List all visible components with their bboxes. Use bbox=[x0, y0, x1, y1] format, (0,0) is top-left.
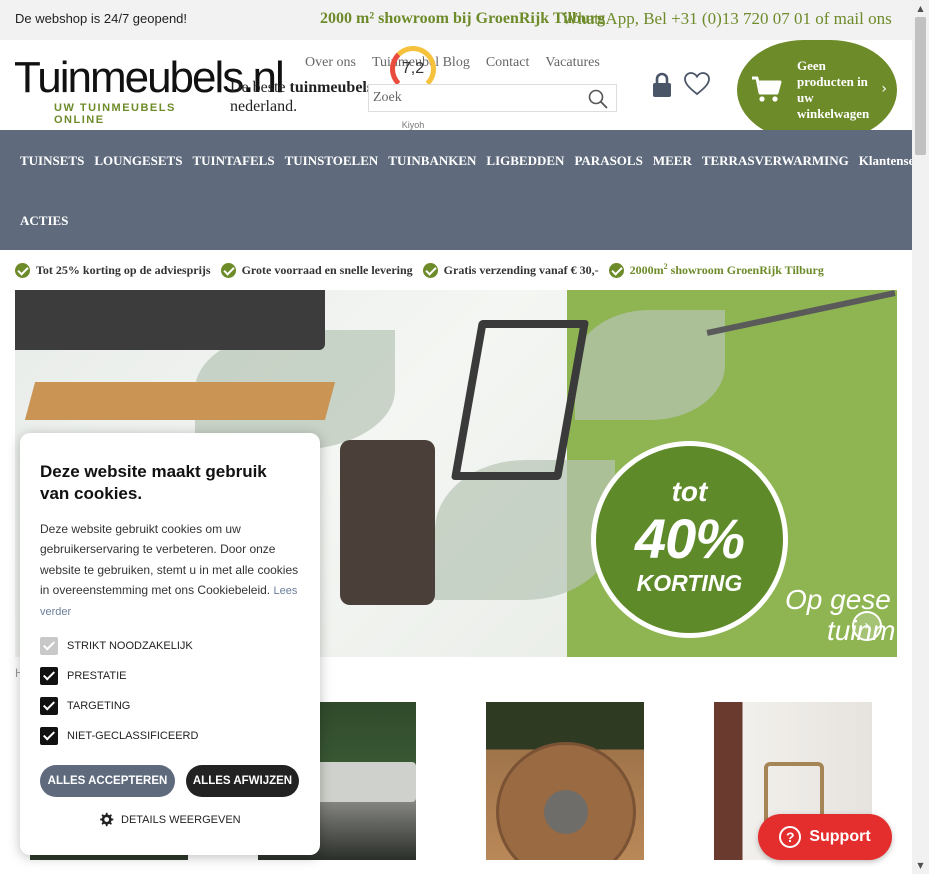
cookie-option-unclassified[interactable]: NIET-GECLASSIFICEERD bbox=[40, 727, 198, 745]
nav-item-tuintafels[interactable]: TUINTAFELS bbox=[192, 153, 274, 169]
nav-link-contact[interactable]: Contact bbox=[486, 55, 530, 71]
question-icon: ? bbox=[779, 826, 802, 848]
usp-item: Gratis verzending vanaf € 30,- bbox=[422, 262, 599, 278]
badge-tot: tot bbox=[671, 476, 708, 507]
search-icon[interactable] bbox=[588, 89, 608, 109]
hero-slogan: Op gese tuinm bbox=[785, 584, 897, 646]
cookie-option-label: NIET-GECLASSIFICEERD bbox=[67, 730, 199, 742]
contact-info-link[interactable]: WhatsApp, Bel +31 (0)13 720 07 01 of mai… bbox=[562, 9, 892, 29]
cart-icon bbox=[752, 76, 782, 102]
support-chat-button[interactable]: ? Support bbox=[758, 814, 892, 860]
show-details-label: DETAILS WEERGEVEN bbox=[121, 814, 241, 826]
check-icon bbox=[220, 262, 236, 278]
nav-item-meer[interactable]: MEER bbox=[653, 153, 692, 169]
check-icon bbox=[422, 262, 438, 278]
checkbox-checked-disabled bbox=[40, 637, 58, 655]
nav-item-tuinsets[interactable]: TUINSETS bbox=[20, 153, 84, 169]
scroll-down-icon[interactable]: ▼ bbox=[912, 857, 929, 874]
cookie-option-label: TARGETING bbox=[67, 700, 131, 712]
hero-slogan-line1: Op gese bbox=[785, 584, 891, 615]
cookie-body: Deze website gebruikt cookies om uw gebr… bbox=[40, 519, 302, 622]
cart-button[interactable]: Geen producten in uw winkelwagen › bbox=[737, 40, 897, 140]
cookie-option-label: PRESTATIE bbox=[67, 670, 127, 682]
usp-text-pre: 2000m bbox=[629, 263, 664, 277]
cookie-consent-dialog: Deze website maakt gebruik van cookies. … bbox=[20, 433, 320, 855]
reject-all-button[interactable]: ALLES AFWIJZEN bbox=[186, 765, 299, 797]
search-box bbox=[368, 84, 617, 112]
nav-link-over-ons[interactable]: Over ons bbox=[305, 55, 356, 71]
heart-icon[interactable] bbox=[684, 72, 710, 96]
nav-item-tuinstoelen[interactable]: TUINSTOELEN bbox=[285, 153, 379, 169]
badge-percentage: 40% bbox=[634, 507, 745, 570]
support-label: Support bbox=[809, 828, 871, 845]
scroll-up-icon[interactable]: ▲ bbox=[912, 0, 929, 17]
hero-sofa-image bbox=[15, 290, 325, 350]
checkbox-checked[interactable] bbox=[40, 727, 58, 745]
lock-icon[interactable] bbox=[652, 72, 672, 98]
hero-wicker-chair-image bbox=[340, 440, 435, 605]
show-details-button[interactable]: DETAILS WEERGEVEN bbox=[98, 812, 241, 828]
kiyoh-score: 7,2 bbox=[401, 60, 425, 77]
webshop-open-text: De webshop is 24/7 geopend! bbox=[15, 11, 188, 26]
vertical-scrollbar[interactable]: ▲ ▼ bbox=[912, 0, 929, 874]
chevron-right-icon: › bbox=[881, 81, 887, 97]
nav-item-parasols[interactable]: PARASOLS bbox=[574, 153, 642, 169]
gear-icon bbox=[100, 812, 114, 827]
main-nav: TUINSETS LOUNGESETS TUINTAFELS TUINSTOEL… bbox=[0, 130, 929, 250]
category-thumbnail[interactable] bbox=[486, 702, 644, 860]
check-icon bbox=[15, 262, 30, 278]
search-input[interactable] bbox=[373, 88, 583, 108]
cart-status-text: Geen producten in uw winkelwagen bbox=[797, 58, 870, 121]
main-nav-row: TUINSETS LOUNGESETS TUINTAFELS TUINSTOEL… bbox=[20, 153, 929, 169]
usp-text: Tot 25% korting op de adviesprijs bbox=[36, 262, 211, 277]
accept-all-button[interactable]: ALLES ACCEPTEREN bbox=[40, 765, 175, 797]
nav-item-ligbedden[interactable]: LIGBEDDEN bbox=[486, 153, 564, 169]
discount-badge-inner: tot 40% KORTING bbox=[596, 446, 783, 633]
nav-item-loungesets[interactable]: LOUNGESETS bbox=[94, 153, 182, 169]
cookie-option-strict: STRIKT NOODZAKELIJK bbox=[40, 637, 193, 655]
logo-wordmark: Tuinmeubels.nl bbox=[14, 53, 285, 102]
usp-item: Grote voorraad en snelle levering bbox=[220, 262, 413, 278]
cookie-body-text: Deze website gebruikt cookies om uw gebr… bbox=[40, 522, 299, 597]
nav-item-terrasverwarming[interactable]: TERRASVERWARMING bbox=[702, 153, 849, 169]
site-logo[interactable]: Tuinmeubels.nl UW TUINMEUBELS ONLINE bbox=[14, 53, 285, 127]
cookie-option-performance[interactable]: PRESTATIE bbox=[40, 667, 127, 685]
palm-leaf-decor bbox=[575, 310, 725, 420]
cookie-title: Deze website maakt gebruik van cookies. bbox=[40, 462, 267, 503]
secondary-nav: Over ons Tuinmeubel Blog Contact Vacatur… bbox=[305, 55, 600, 71]
site-header: Tuinmeubels.nl UW TUINMEUBELS ONLINE De … bbox=[0, 40, 912, 140]
usp-text: 2000m2 showroom GroenRijk Tilburg bbox=[630, 262, 824, 278]
nav-item-tuinbanken[interactable]: TUINBANKEN bbox=[388, 153, 476, 169]
logo-tagline: UW TUINMEUBELS ONLINE bbox=[54, 102, 176, 126]
discount-badge: tot 40% KORTING bbox=[591, 441, 788, 638]
checkbox-checked[interactable] bbox=[40, 667, 58, 685]
usp-item: Tot 25% korting op de adviesprijs bbox=[15, 262, 211, 278]
round-table-image bbox=[496, 742, 636, 860]
usp-text: Grote voorraad en snelle levering bbox=[241, 262, 413, 277]
checkbox-checked[interactable] bbox=[40, 697, 58, 715]
hero-table-image bbox=[24, 382, 336, 420]
usp-text: Gratis verzending vanaf € 30,- bbox=[443, 262, 599, 277]
usp-bar: Tot 25% korting op de adviesprijs Grote … bbox=[15, 262, 824, 278]
announcement-bar: De webshop is 24/7 geopend! 2000 m² show… bbox=[0, 0, 912, 40]
tagline-bold: tuinmeubels bbox=[289, 79, 374, 96]
usp-text-post: showroom GroenRijk Tilburg bbox=[667, 263, 824, 277]
kiyoh-label: Kiyoh bbox=[401, 120, 425, 130]
palm-leaf-decor bbox=[435, 460, 615, 600]
scrollbar-thumb[interactable] bbox=[915, 17, 926, 155]
cookie-option-targeting[interactable]: TARGETING bbox=[40, 697, 130, 715]
nav-item-acties[interactable]: ACTIES bbox=[20, 213, 68, 229]
nav-link-vacatures[interactable]: Vacatures bbox=[545, 55, 599, 71]
tagline-pre: De beste bbox=[230, 79, 290, 96]
slider-next-icon[interactable]: › bbox=[852, 611, 882, 641]
badge-korting: KORTING bbox=[636, 570, 743, 596]
usp-item-showroom[interactable]: 2000m2 showroom GroenRijk Tilburg bbox=[608, 262, 824, 278]
cookie-option-label: STRIKT NOODZAKELIJK bbox=[67, 640, 193, 652]
check-icon bbox=[608, 262, 624, 278]
main-nav-row: ACTIES bbox=[20, 213, 68, 229]
